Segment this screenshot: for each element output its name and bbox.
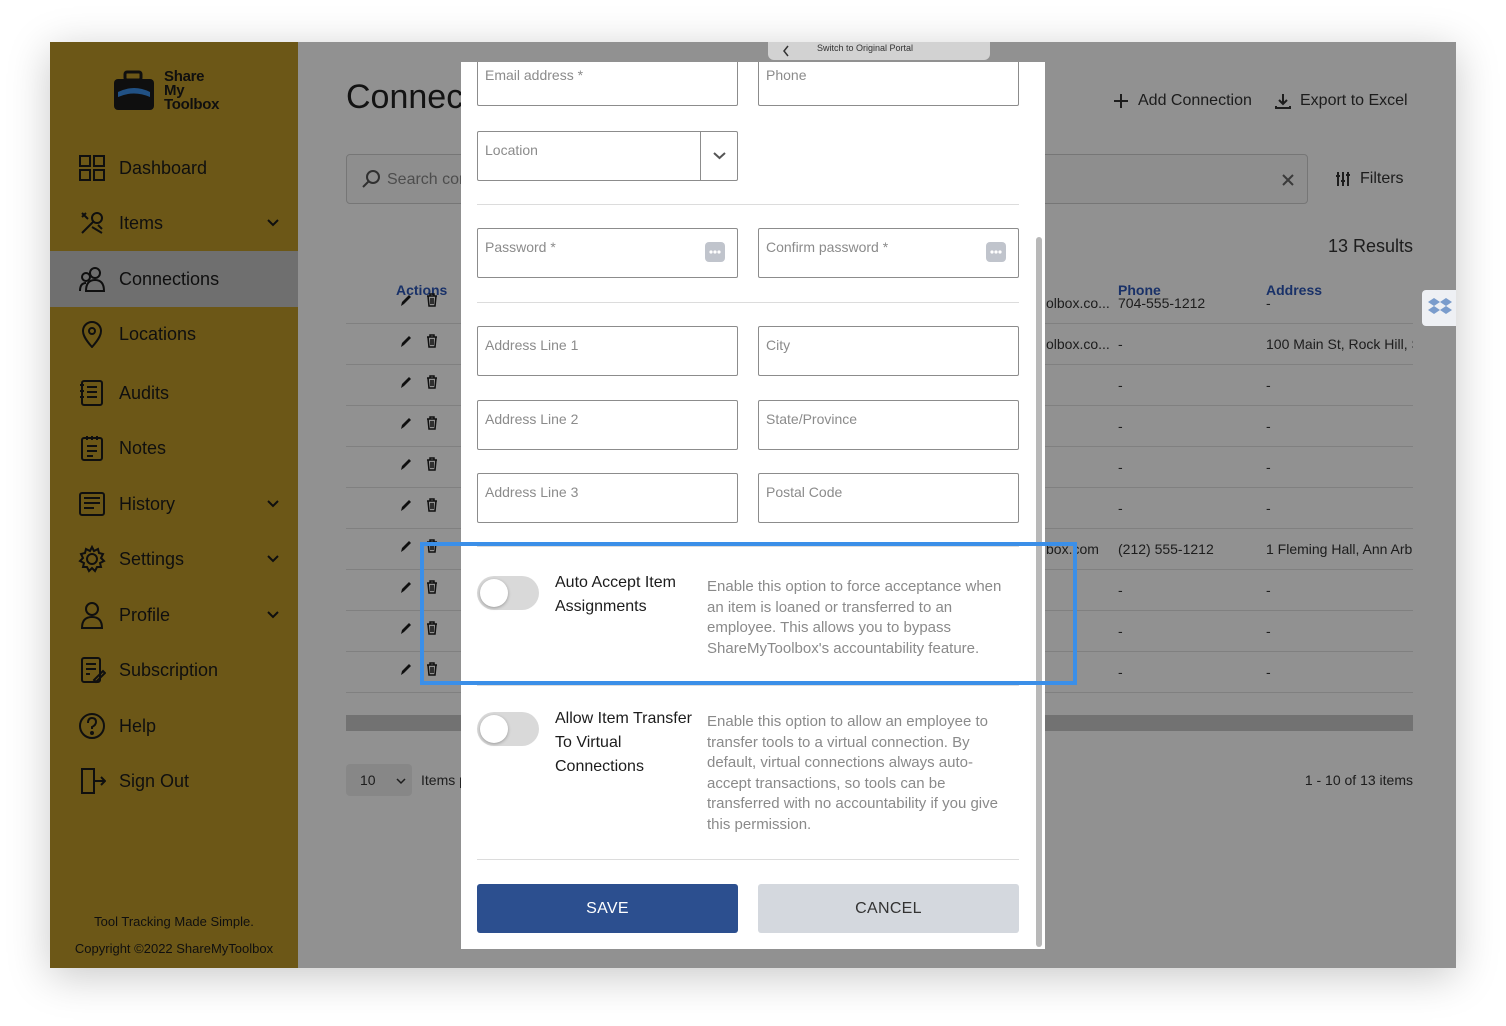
postal-code-placeholder: Postal Code: [766, 484, 843, 500]
section-divider: [477, 204, 1019, 205]
address-line-3-field[interactable]: Address Line 3: [477, 473, 738, 523]
address-line-2-field[interactable]: Address Line 2: [477, 400, 738, 450]
postal-code-field[interactable]: Postal Code: [758, 473, 1019, 523]
switch-portal-tab[interactable]: Switch to Original Portal: [768, 42, 990, 60]
allow-transfer-title: Allow Item Transfer To Virtual Connectio…: [555, 707, 692, 779]
password-field[interactable]: Password *: [477, 228, 738, 278]
allow-transfer-desc-line: this permission.: [707, 815, 812, 833]
save-button[interactable]: SAVE: [477, 884, 738, 933]
email-field[interactable]: Email address *: [477, 62, 738, 106]
state-field[interactable]: State/Province: [758, 400, 1019, 450]
allow-transfer-title-line: To Virtual: [555, 734, 622, 751]
chevron-down-icon[interactable]: [713, 151, 726, 161]
address-line-3-placeholder: Address Line 3: [485, 484, 579, 500]
highlight-box: [420, 542, 1077, 685]
app-window: Share My Toolbox Dashboard Items Connect…: [50, 42, 1456, 968]
phone-field[interactable]: Phone: [758, 62, 1019, 106]
confirm-password-placeholder: Confirm password *: [766, 239, 889, 255]
email-placeholder: Email address *: [485, 67, 584, 83]
state-placeholder: State/Province: [766, 411, 858, 427]
address-line-1-placeholder: Address Line 1: [485, 337, 579, 353]
cancel-button[interactable]: CANCEL: [758, 884, 1019, 933]
allow-transfer-description: Enable this option to allow an employee …: [707, 712, 998, 836]
password-placeholder: Password *: [485, 239, 556, 255]
allow-transfer-desc-line: transferred with no accountability if yo…: [707, 795, 998, 813]
address-line-2-placeholder: Address Line 2: [485, 411, 579, 427]
location-select[interactable]: Location: [477, 131, 738, 181]
phone-placeholder: Phone: [766, 67, 807, 83]
location-placeholder: Location: [485, 142, 538, 158]
switch-portal-label: Switch to Original Portal: [817, 43, 914, 53]
allow-transfer-toggle[interactable]: [477, 712, 539, 746]
allow-transfer-desc-line: accept transactions, so tools can be: [707, 774, 946, 792]
password-manager-icon[interactable]: [705, 242, 725, 262]
allow-transfer-desc-line: Enable this option to allow an employee …: [707, 713, 989, 730]
confirm-password-field[interactable]: Confirm password *: [758, 228, 1019, 278]
dropbox-icon: [1428, 298, 1452, 314]
connection-modal: Email address * Phone Location Password …: [461, 62, 1045, 949]
dropbox-extension-tab[interactable]: [1422, 290, 1456, 326]
section-divider: [477, 685, 1019, 686]
allow-transfer-title-line: Allow Item Transfer: [555, 710, 692, 727]
toggle-knob: [480, 715, 508, 743]
allow-transfer-desc-line: transfer tools to a virtual connection. …: [707, 733, 970, 751]
section-divider: [477, 859, 1019, 860]
city-field[interactable]: City: [758, 326, 1019, 376]
allow-transfer-desc-line: default, virtual connections always auto…: [707, 754, 973, 772]
chevron-left-icon: [783, 45, 789, 57]
address-line-1-field[interactable]: Address Line 1: [477, 326, 738, 376]
select-divider: [700, 132, 701, 180]
section-divider: [477, 302, 1019, 303]
city-placeholder: City: [766, 337, 791, 353]
password-manager-icon[interactable]: [986, 242, 1006, 262]
allow-transfer-title-line: Connections: [555, 758, 644, 775]
